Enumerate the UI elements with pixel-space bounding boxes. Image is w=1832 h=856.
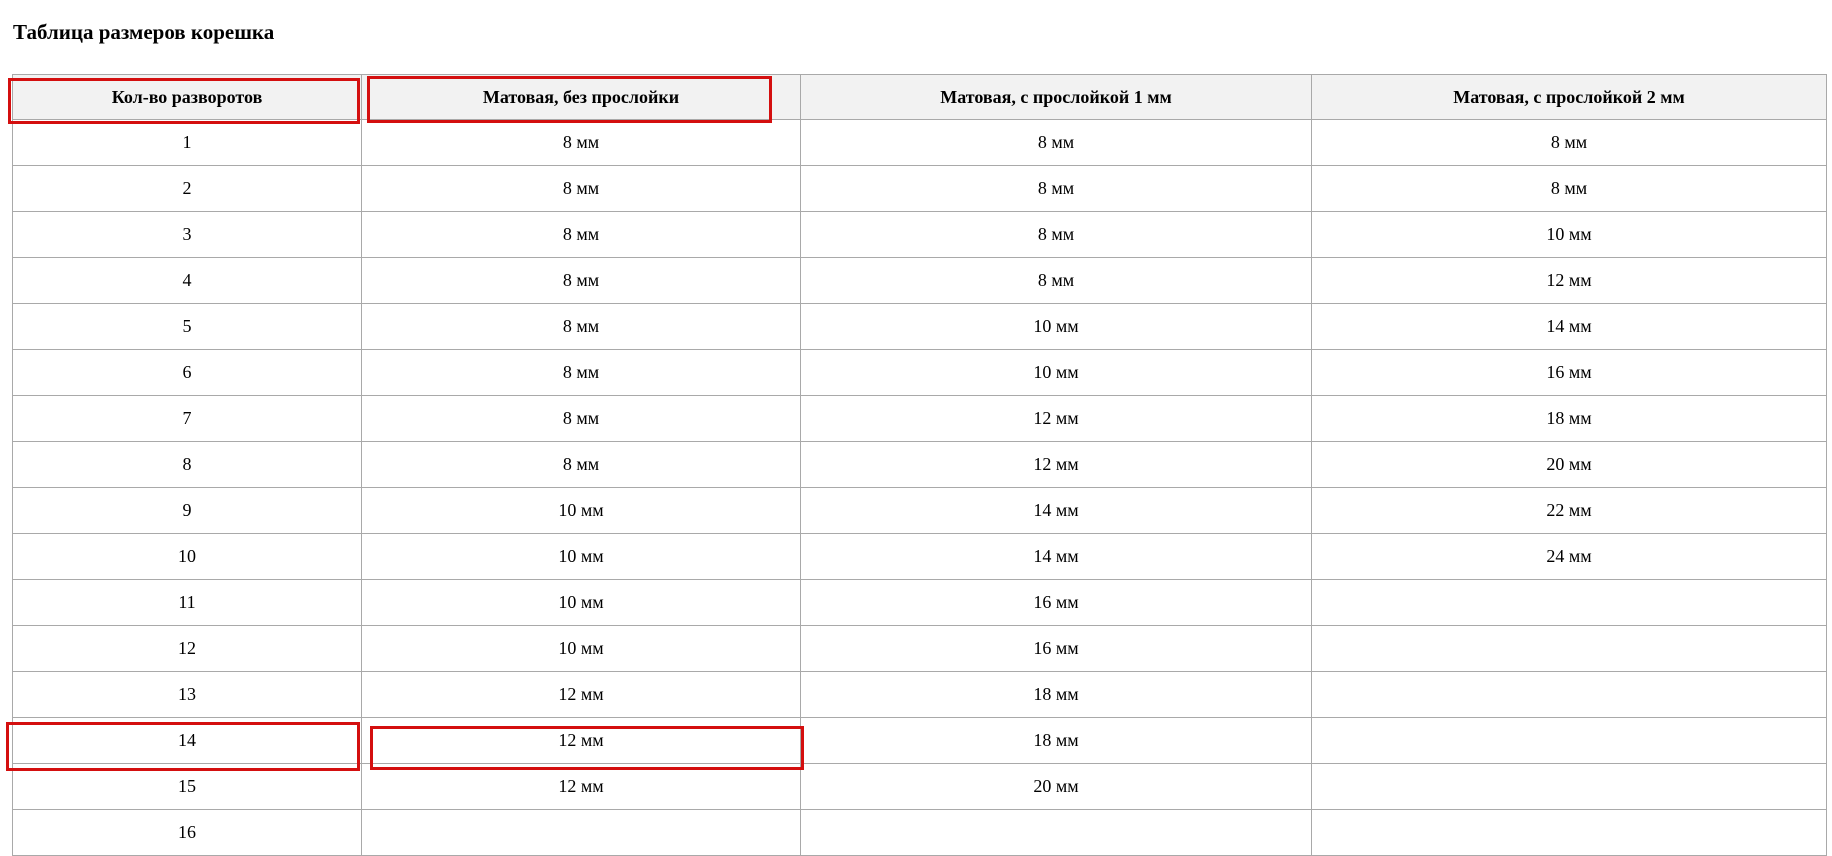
table-row: 1 8 мм 8 мм 8 мм [12,119,1827,166]
cell-spreads: 1 [12,119,362,166]
cell-matte-no-layer: 12 мм [361,671,801,718]
cell-spreads: 6 [12,349,362,396]
cell-matte-layer-1mm: 8 мм [800,211,1312,258]
column-header-matte-no-layer: Матовая, без прослойки [361,74,801,120]
table-row: 16 [12,809,1827,856]
cell-matte-no-layer: 12 мм [361,717,801,764]
cell-matte-layer-1mm [800,809,1312,856]
cell-matte-no-layer: 8 мм [361,119,801,166]
cell-matte-layer-1mm: 10 мм [800,349,1312,396]
cell-matte-no-layer: 8 мм [361,211,801,258]
cell-matte-no-layer: 10 мм [361,533,801,580]
cell-matte-layer-2mm: 16 мм [1311,349,1827,396]
table-row: 11 10 мм 16 мм [12,579,1827,626]
cell-spreads: 4 [12,257,362,304]
cell-spreads: 7 [12,395,362,442]
cell-matte-layer-2mm: 20 мм [1311,441,1827,488]
cell-matte-no-layer: 10 мм [361,487,801,534]
cell-matte-no-layer: 8 мм [361,349,801,396]
cell-matte-layer-2mm [1311,717,1827,764]
table-row: 8 8 мм 12 мм 20 мм [12,441,1827,488]
cell-matte-layer-1mm: 14 мм [800,533,1312,580]
cell-matte-layer-2mm [1311,763,1827,810]
cell-matte-layer-1mm: 8 мм [800,165,1312,212]
cell-spreads: 3 [12,211,362,258]
table-row: 9 10 мм 14 мм 22 мм [12,487,1827,534]
cell-spreads: 12 [12,625,362,672]
cell-matte-layer-1mm: 10 мм [800,303,1312,350]
cell-spreads: 10 [12,533,362,580]
cell-matte-no-layer: 8 мм [361,303,801,350]
cell-matte-no-layer: 12 мм [361,763,801,810]
cell-matte-layer-2mm: 8 мм [1311,119,1827,166]
table-row: 4 8 мм 8 мм 12 мм [12,257,1827,304]
cell-matte-layer-2mm [1311,671,1827,718]
cell-matte-layer-2mm: 22 мм [1311,487,1827,534]
cell-matte-no-layer: 10 мм [361,579,801,626]
cell-matte-layer-2mm: 12 мм [1311,257,1827,304]
cell-spreads: 9 [12,487,362,534]
table-row: 12 10 мм 16 мм [12,625,1827,672]
column-header-spreads: Кол-во разворотов [12,74,362,120]
cell-matte-layer-2mm [1311,579,1827,626]
cell-spreads: 16 [12,809,362,856]
table-row: 2 8 мм 8 мм 8 мм [12,165,1827,212]
cell-matte-layer-2mm: 18 мм [1311,395,1827,442]
table-header-row: Кол-во разворотов Матовая, без прослойки… [12,74,1827,120]
cell-spreads: 2 [12,165,362,212]
cell-matte-no-layer: 8 мм [361,257,801,304]
cell-matte-layer-2mm: 14 мм [1311,303,1827,350]
cell-matte-no-layer: 8 мм [361,165,801,212]
column-header-matte-layer-2mm: Матовая, с прослойкой 2 мм [1311,74,1827,120]
table-row: 15 12 мм 20 мм [12,763,1827,810]
cell-spreads: 5 [12,303,362,350]
table-row: 6 8 мм 10 мм 16 мм [12,349,1827,396]
cell-spreads: 13 [12,671,362,718]
cell-matte-no-layer [361,809,801,856]
cell-spreads: 15 [12,763,362,810]
cell-matte-layer-2mm [1311,809,1827,856]
table-row: 14 12 мм 18 мм [12,717,1827,764]
cell-matte-layer-2mm: 8 мм [1311,165,1827,212]
cell-spreads: 11 [12,579,362,626]
cell-matte-no-layer: 10 мм [361,625,801,672]
cell-matte-layer-1mm: 18 мм [800,717,1312,764]
page-title: Таблица размеров корешка [13,20,275,44]
column-header-matte-layer-1mm: Матовая, с прослойкой 1 мм [800,74,1312,120]
cell-matte-layer-1mm: 12 мм [800,441,1312,488]
spine-size-table: Кол-во разворотов Матовая, без прослойки… [12,74,1827,856]
cell-matte-layer-1mm: 8 мм [800,119,1312,166]
cell-spreads: 8 [12,441,362,488]
table-row: 3 8 мм 8 мм 10 мм [12,211,1827,258]
cell-matte-layer-1mm: 18 мм [800,671,1312,718]
table-body: 1 8 мм 8 мм 8 мм 2 8 мм 8 мм 8 мм 3 8 мм… [12,119,1827,856]
cell-matte-no-layer: 8 мм [361,441,801,488]
cell-matte-layer-1mm: 14 мм [800,487,1312,534]
cell-matte-layer-1mm: 8 мм [800,257,1312,304]
table-row: 7 8 мм 12 мм 18 мм [12,395,1827,442]
table-row: 5 8 мм 10 мм 14 мм [12,303,1827,350]
cell-matte-layer-2mm [1311,625,1827,672]
cell-matte-layer-1mm: 16 мм [800,579,1312,626]
cell-matte-layer-1mm: 12 мм [800,395,1312,442]
cell-matte-layer-2mm: 24 мм [1311,533,1827,580]
cell-matte-layer-2mm: 10 мм [1311,211,1827,258]
cell-matte-no-layer: 8 мм [361,395,801,442]
cell-matte-layer-1mm: 16 мм [800,625,1312,672]
cell-matte-layer-1mm: 20 мм [800,763,1312,810]
cell-spreads: 14 [12,717,362,764]
table-row: 10 10 мм 14 мм 24 мм [12,533,1827,580]
table-row: 13 12 мм 18 мм [12,671,1827,718]
